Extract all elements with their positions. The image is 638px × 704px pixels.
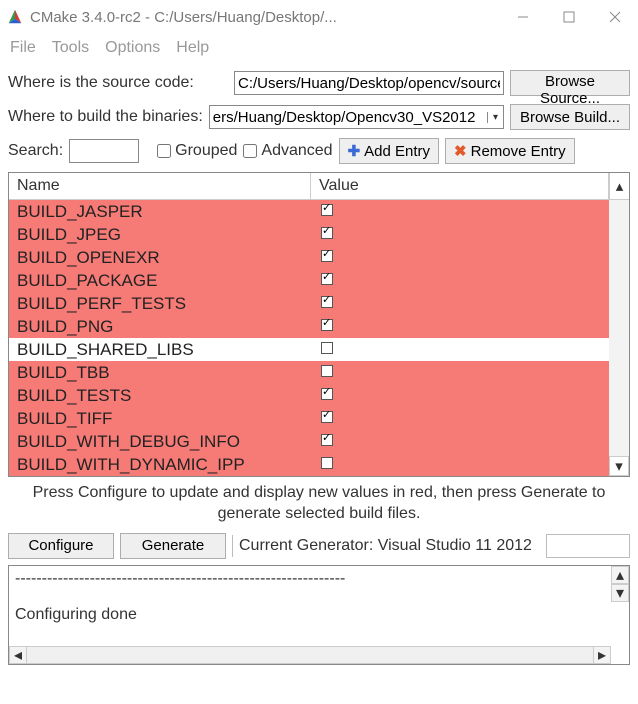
remove-icon: ✖ (454, 142, 467, 160)
cache-var-checkbox[interactable] (321, 434, 333, 446)
cache-var-name: BUILD_JPEG (9, 225, 311, 245)
build-input[interactable] (210, 106, 487, 128)
menu-options[interactable]: Options (99, 37, 166, 59)
cache-var-value (311, 272, 629, 289)
scrollbar-track[interactable] (609, 200, 629, 456)
cache-var-name: BUILD_TBB (9, 363, 311, 383)
column-header-value[interactable]: Value (311, 173, 609, 199)
generate-button[interactable]: Generate (120, 533, 226, 559)
add-entry-button[interactable]: ✚ Add Entry (339, 138, 439, 164)
plus-icon: ✚ (348, 142, 361, 160)
source-label: Where is the source code: (8, 74, 228, 92)
output-scroll-left-icon[interactable]: ◂ (9, 646, 27, 664)
cache-var-name: BUILD_PACKAGE (9, 271, 311, 291)
table-row[interactable]: BUILD_TIFF (9, 407, 629, 430)
cache-var-value (311, 249, 629, 266)
menu-file[interactable]: File (4, 37, 42, 59)
maximize-button[interactable] (546, 2, 592, 32)
search-label: Search: (8, 142, 63, 160)
cache-var-checkbox[interactable] (321, 457, 333, 469)
cache-var-value (311, 364, 629, 381)
cache-var-value (311, 456, 629, 473)
cache-var-value (311, 387, 629, 404)
cache-var-checkbox[interactable] (321, 319, 333, 331)
output-text[interactable]: ----------------------------------------… (9, 566, 629, 628)
cache-var-name: BUILD_PERF_TESTS (9, 294, 311, 314)
grouped-label: Grouped (175, 142, 237, 160)
table-row[interactable]: BUILD_PACKAGE (9, 269, 629, 292)
window-title: CMake 3.4.0-rc2 - C:/Users/Huang/Desktop… (30, 9, 500, 26)
output-hscroll-track[interactable] (27, 646, 593, 664)
configure-button[interactable]: Configure (8, 533, 114, 559)
table-row[interactable]: BUILD_WITH_DEBUG_INFO (9, 430, 629, 453)
table-row[interactable]: BUILD_PNG (9, 315, 629, 338)
source-input[interactable] (234, 71, 504, 95)
cache-var-name: BUILD_WITH_DEBUG_INFO (9, 432, 311, 452)
cache-var-value (311, 433, 629, 450)
menu-tools[interactable]: Tools (46, 37, 95, 59)
cache-var-name: BUILD_TESTS (9, 386, 311, 406)
cache-var-checkbox[interactable] (321, 250, 333, 262)
cache-var-value (311, 341, 629, 358)
cache-var-checkbox[interactable] (321, 388, 333, 400)
cache-var-checkbox[interactable] (321, 411, 333, 423)
cache-var-checkbox[interactable] (321, 342, 333, 354)
app-logo-icon (6, 8, 24, 26)
search-input[interactable] (69, 139, 139, 163)
browse-build-button[interactable]: Browse Build... (510, 104, 630, 130)
menubar: File Tools Options Help (0, 34, 638, 62)
menu-help[interactable]: Help (170, 37, 215, 59)
generator-box (546, 534, 630, 558)
browse-source-button[interactable]: Browse Source... (510, 70, 630, 96)
advanced-checkbox[interactable] (243, 144, 257, 158)
scroll-up-icon[interactable]: ▴ (609, 173, 629, 199)
scroll-down-icon[interactable]: ▾ (609, 456, 629, 476)
hint-text: Press Configure to update and display ne… (12, 483, 626, 525)
table-row[interactable]: BUILD_OPENEXR (9, 246, 629, 269)
table-row[interactable]: BUILD_TBB (9, 361, 629, 384)
minimize-button[interactable] (500, 2, 546, 32)
cache-var-name: BUILD_PNG (9, 317, 311, 337)
cache-var-checkbox[interactable] (321, 296, 333, 308)
cache-var-value (311, 318, 629, 335)
table-row[interactable]: BUILD_TESTS (9, 384, 629, 407)
cache-var-checkbox[interactable] (321, 365, 333, 377)
cache-var-name: BUILD_SHARED_LIBS (9, 340, 311, 360)
column-header-name[interactable]: Name (9, 173, 311, 199)
remove-entry-button[interactable]: ✖ Remove Entry (445, 138, 575, 164)
advanced-label: Advanced (261, 142, 332, 160)
cache-var-checkbox[interactable] (321, 204, 333, 216)
cache-var-value (311, 295, 629, 312)
table-row[interactable]: BUILD_WITH_DYNAMIC_IPP (9, 453, 629, 476)
cache-var-value (311, 226, 629, 243)
output-panel: ----------------------------------------… (8, 565, 630, 665)
titlebar: CMake 3.4.0-rc2 - C:/Users/Huang/Desktop… (0, 0, 638, 34)
output-scroll-up-icon[interactable]: ▴ (611, 566, 629, 584)
cache-var-name: BUILD_WITH_DYNAMIC_IPP (9, 455, 311, 475)
table-row[interactable]: BUILD_SHARED_LIBS (9, 338, 629, 361)
cache-var-value (311, 410, 629, 427)
table-row[interactable]: BUILD_JASPER (9, 200, 629, 223)
cache-var-checkbox[interactable] (321, 273, 333, 285)
cache-var-value (311, 203, 629, 220)
cache-var-name: BUILD_OPENEXR (9, 248, 311, 268)
cache-var-checkbox[interactable] (321, 227, 333, 239)
build-label: Where to build the binaries: (8, 108, 203, 126)
cache-table: Name Value ▴ BUILD_JASPER BUILD_JPEG BUILD… (8, 172, 630, 477)
output-scroll-down-icon[interactable]: ▾ (611, 584, 629, 602)
cache-var-name: BUILD_JASPER (9, 202, 311, 222)
build-dropdown-icon[interactable]: ▾ (487, 112, 503, 123)
table-row[interactable]: BUILD_JPEG (9, 223, 629, 246)
table-row[interactable]: BUILD_PERF_TESTS (9, 292, 629, 315)
close-button[interactable] (592, 2, 638, 32)
output-scroll-right-icon[interactable]: ▸ (593, 646, 611, 664)
grouped-checkbox[interactable] (157, 144, 171, 158)
current-generator-label: Current Generator: Visual Studio 11 2012 (232, 535, 538, 557)
cache-var-name: BUILD_TIFF (9, 409, 311, 429)
